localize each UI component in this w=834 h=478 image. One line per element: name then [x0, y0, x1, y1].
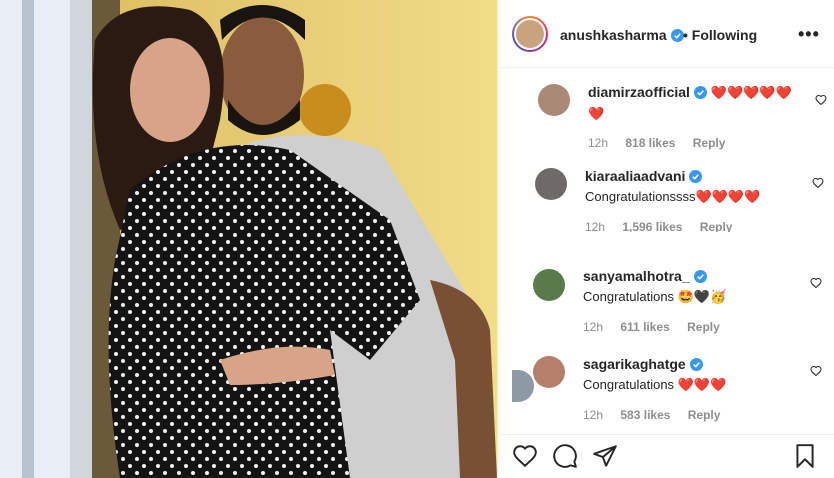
heart-icon[interactable]: [512, 443, 538, 469]
comment-body: sanyamalhotra_ Congratulations 🤩🖤🥳: [583, 266, 803, 307]
post-detail-panel: anushkasharma • Following ••• diamirzaof…: [497, 0, 834, 478]
comment-icon[interactable]: [552, 443, 578, 469]
reply-button[interactable]: Reply: [700, 220, 733, 232]
commenter-avatar[interactable]: [535, 168, 567, 200]
comment-like-icon[interactable]: [812, 177, 824, 189]
comment-like-icon[interactable]: [810, 277, 822, 289]
comment-body: diamirzaofficial ❤️❤️❤️❤️❤️❤️: [588, 82, 803, 124]
story-peek-avatar: [512, 370, 534, 402]
comment-meta: 12h 818 likes Reply: [588, 136, 739, 150]
commenter-avatar[interactable]: [533, 356, 565, 388]
comment-text: Congratulations ❤️❤️❤️: [583, 377, 727, 392]
verified-badge-icon: [670, 29, 684, 42]
reply-button[interactable]: Reply: [693, 136, 726, 150]
share-icon[interactable]: [592, 443, 618, 469]
comment-likes[interactable]: 611 likes: [620, 320, 669, 334]
comment-username[interactable]: sanyamalhotra_: [583, 268, 690, 284]
comment-meta: 12h 611 likes Reply: [583, 320, 734, 334]
comment-like-icon[interactable]: [815, 94, 827, 106]
comment-username[interactable]: diamirzaofficial: [588, 84, 690, 100]
post-image: [0, 0, 497, 478]
follow-status-text[interactable]: Following: [692, 27, 757, 43]
verified-badge-icon: [689, 170, 703, 183]
comment-time[interactable]: 12h: [585, 220, 605, 232]
dot-separator: •: [683, 27, 692, 43]
commenter-avatar[interactable]: [533, 269, 565, 301]
comment-time[interactable]: 12h: [588, 136, 608, 150]
follow-status[interactable]: • Following: [683, 27, 757, 43]
more-options-icon[interactable]: •••: [798, 24, 820, 45]
post-action-bar: [498, 434, 834, 478]
verified-badge-icon: [693, 270, 707, 283]
bookmark-icon[interactable]: [792, 443, 818, 469]
comment-meta: 12h 1,596 likes Reply: [585, 220, 746, 232]
author-username[interactable]: anushkasharma: [560, 27, 684, 43]
comment-body: sagarikaghatge Congratulations ❤️❤️❤️: [583, 354, 803, 395]
commenter-avatar[interactable]: [538, 84, 570, 116]
comment-text: Congratulationssss❤️❤️❤️❤️: [585, 189, 761, 204]
comment-likes[interactable]: 1,596 likes: [622, 220, 682, 232]
comment-likes[interactable]: 818 likes: [625, 136, 675, 150]
post-header: anushkasharma • Following •••: [498, 0, 834, 68]
verified-badge-icon: [693, 86, 707, 99]
reply-button[interactable]: Reply: [687, 320, 720, 334]
comment-body: kiaraaliaadvani Congratulationssss❤️❤️❤️…: [585, 166, 805, 207]
comment-username[interactable]: sagarikaghatge: [583, 356, 686, 372]
reply-button[interactable]: Reply: [688, 408, 721, 422]
comment-text: Congratulations 🤩🖤🥳: [583, 289, 727, 304]
verified-badge-icon: [689, 358, 703, 371]
comment-time[interactable]: 12h: [583, 408, 603, 422]
comment-likes[interactable]: 583 likes: [620, 408, 670, 422]
comment-meta: 12h 583 likes Reply: [583, 408, 734, 422]
comment-time[interactable]: 12h: [583, 320, 603, 334]
comment-username[interactable]: kiaraaliaadvani: [585, 168, 685, 184]
post-photo[interactable]: [0, 0, 497, 478]
comment-like-icon[interactable]: [810, 365, 822, 377]
author-avatar[interactable]: [512, 16, 548, 52]
author-username-text[interactable]: anushkasharma: [560, 27, 667, 43]
